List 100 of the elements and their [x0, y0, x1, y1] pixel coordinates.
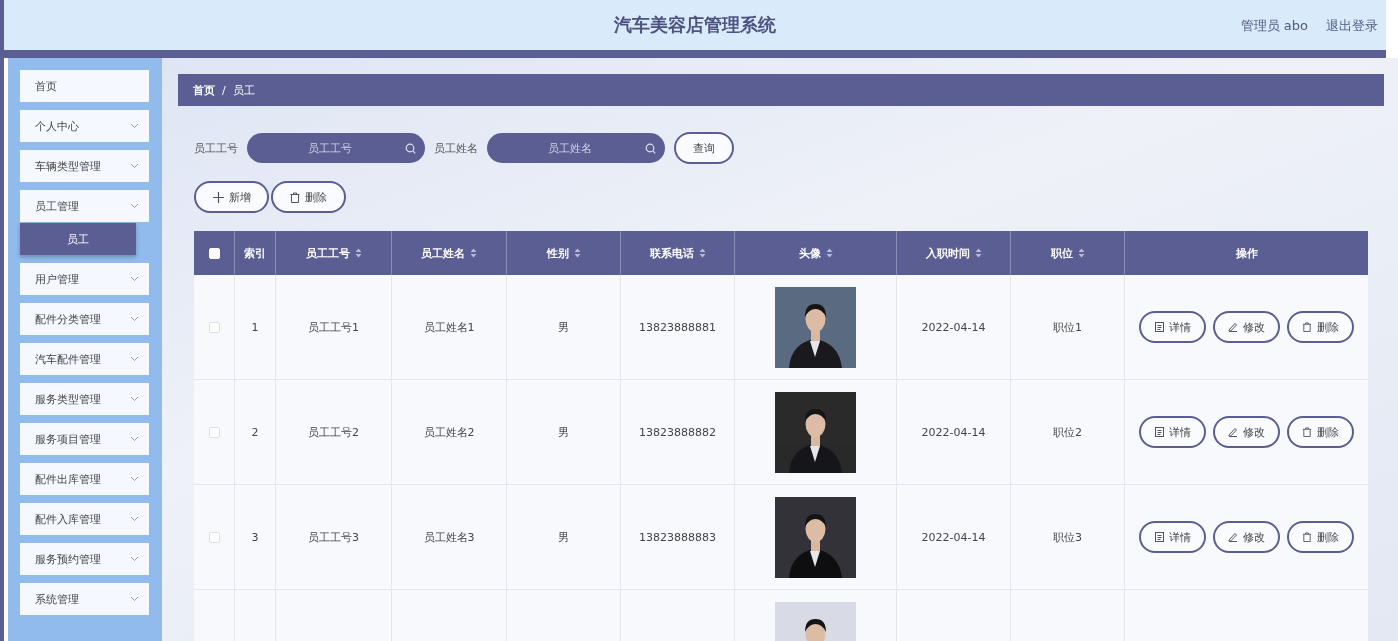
chevron-icon	[130, 123, 139, 129]
sort-icon	[1077, 248, 1085, 258]
submenu-item[interactable]: 员工	[20, 223, 136, 255]
chevron-icon	[130, 316, 139, 322]
menu-item[interactable]: 用户管理	[20, 263, 149, 295]
breadcrumb-item: 员工	[232, 82, 255, 98]
table-cell: 2022-04-14	[921, 320, 986, 334]
table-cell: 2	[251, 425, 259, 439]
field-label: 员工姓名	[434, 140, 478, 156]
search-icon	[645, 143, 656, 154]
sort-icon	[974, 248, 982, 258]
chevron-icon	[130, 516, 139, 522]
sort-icon	[825, 248, 833, 258]
document-icon	[1154, 322, 1164, 332]
table-cell: 职位1	[1053, 319, 1082, 335]
table-cell: 男	[558, 529, 569, 545]
table-cell: 13823888883	[639, 530, 716, 544]
add-button[interactable]: 新增	[194, 181, 269, 213]
select-all-checkbox[interactable]	[208, 247, 220, 259]
details-button[interactable]: 详情	[1139, 521, 1206, 553]
logout-link[interactable]: 退出登录	[1326, 17, 1378, 35]
chevron-icon	[130, 276, 139, 282]
trash-icon	[290, 191, 300, 203]
chevron-icon	[130, 596, 139, 602]
menu-item[interactable]: 汽车配件管理	[20, 343, 149, 375]
trash-icon	[1302, 427, 1312, 437]
table-cell: 员工工号3	[308, 529, 359, 545]
edit-button[interactable]: 修改	[1213, 311, 1280, 343]
search-icon	[405, 143, 416, 154]
table-cell: 1	[251, 320, 259, 334]
menu-item[interactable]: 车辆类型管理	[20, 150, 149, 182]
table-cell: 13823888882	[639, 425, 716, 439]
chevron-icon	[130, 203, 139, 209]
pencil-icon	[1228, 322, 1238, 332]
delete-button[interactable]: 删除	[1287, 311, 1354, 343]
menu-item[interactable]: 配件分类管理	[20, 303, 149, 335]
table-cell: 男	[558, 319, 569, 335]
user-label: 管理员 abo	[1240, 17, 1308, 35]
search-field[interactable]: 员工姓名	[487, 133, 665, 163]
column-header[interactable]: 联系电话	[621, 231, 735, 275]
table-cell: 2022-04-14	[921, 425, 986, 439]
table-cell: 13823888881	[639, 320, 716, 334]
chevron-icon	[130, 476, 139, 482]
column-header: 操作	[1234, 245, 1259, 262]
sort-icon	[573, 248, 581, 258]
details-button[interactable]: 详情	[1139, 416, 1206, 448]
menu-item[interactable]: 首页	[20, 70, 149, 102]
trash-icon	[1302, 322, 1312, 332]
row-checkbox[interactable]	[208, 531, 220, 543]
table-cell: 职位2	[1053, 424, 1082, 440]
table-cell: 员工姓名3	[423, 529, 475, 545]
table-cell: 员工姓名1	[423, 319, 475, 335]
chevron-icon	[130, 436, 139, 442]
edit-button[interactable]: 修改	[1213, 521, 1280, 553]
column-header[interactable]: 性别	[507, 231, 621, 275]
column-header[interactable]: 头像	[735, 231, 897, 275]
chevron-icon	[130, 396, 139, 402]
column-header: 索引	[235, 231, 276, 275]
sort-icon	[354, 248, 362, 258]
search-button[interactable]: 查询	[674, 132, 734, 164]
column-header[interactable]: 员工工号	[276, 231, 392, 275]
column-header[interactable]: 入职时间	[897, 231, 1011, 275]
breadcrumb-item[interactable]: 首页	[193, 82, 215, 98]
pencil-icon	[1228, 427, 1238, 437]
column-header[interactable]: 职位	[1011, 231, 1125, 275]
menu-item[interactable]: 系统管理	[20, 583, 149, 615]
plus-icon	[212, 191, 224, 203]
menu-item[interactable]: 配件入库管理	[20, 503, 149, 535]
menu-item[interactable]: 服务预约管理	[20, 543, 149, 575]
trash-icon	[1302, 532, 1312, 542]
menu-item[interactable]: 个人中心	[20, 110, 149, 142]
search-field[interactable]: 员工工号	[247, 133, 425, 163]
table-cell: 职位3	[1053, 529, 1082, 545]
menu-item[interactable]: 服务项目管理	[20, 423, 149, 455]
document-icon	[1154, 427, 1164, 437]
chevron-icon	[130, 356, 139, 362]
row-checkbox[interactable]	[208, 426, 220, 438]
sort-icon	[698, 248, 706, 258]
menu-item[interactable]: 配件出库管理	[20, 463, 149, 495]
delete-button[interactable]: 删除	[1287, 416, 1354, 448]
document-icon	[1154, 532, 1164, 542]
table-cell: 男	[558, 424, 569, 440]
table-cell: 3	[251, 530, 259, 544]
chevron-icon	[130, 163, 139, 169]
menu-item[interactable]: 员工管理	[20, 190, 149, 222]
table-cell: 员工工号1	[308, 319, 359, 335]
column-header[interactable]: 员工姓名	[392, 231, 507, 275]
table-cell: 2022-04-14	[921, 530, 986, 544]
row-checkbox[interactable]	[208, 321, 220, 333]
details-button[interactable]: 详情	[1139, 311, 1206, 343]
breadcrumb-separator: /	[222, 83, 226, 97]
table-cell: 员工工号2	[308, 424, 359, 440]
pencil-icon	[1228, 532, 1238, 542]
edit-button[interactable]: 修改	[1213, 416, 1280, 448]
chevron-icon	[130, 556, 139, 562]
delete-button[interactable]: 删除	[1287, 521, 1354, 553]
sort-icon	[470, 248, 477, 258]
menu-item[interactable]: 服务类型管理	[20, 383, 149, 415]
delete-button[interactable]: 删除	[271, 181, 346, 213]
app-title: 汽车美容店管理系统	[614, 13, 776, 37]
